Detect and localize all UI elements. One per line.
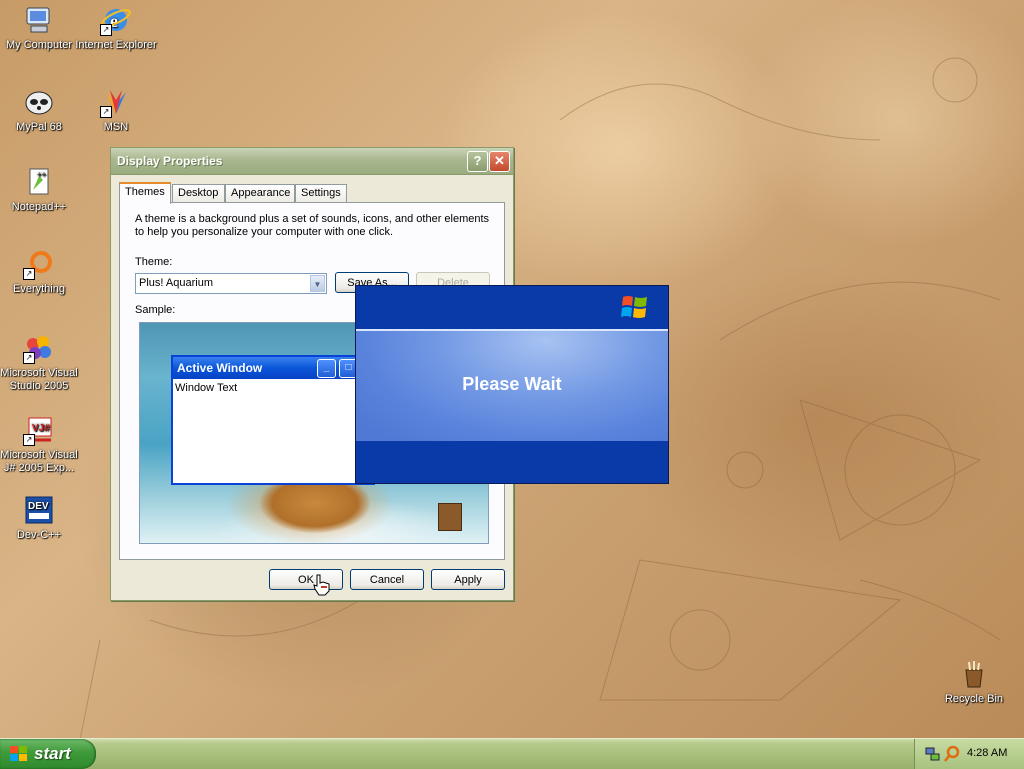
tab-appearance[interactable]: Appearance — [225, 184, 295, 202]
desktop-icon-dev-cpp[interactable]: DEV Dev-C++ — [0, 494, 81, 542]
please-wait-splash: Please Wait — [355, 285, 669, 484]
desktop-icon-label: Dev-C++ — [16, 529, 62, 541]
tab-settings[interactable]: Settings — [295, 184, 347, 202]
splash-top-band — [356, 286, 668, 329]
notepad-plus-plus-icon: ++ — [23, 166, 55, 198]
theme-select-value: Plus! Aquarium — [139, 277, 213, 289]
desktop-icon-visual-jsharp[interactable]: VJ# ↗ Microsoft Visual J# 2005 Exp... — [0, 414, 81, 475]
clock[interactable]: 4:28 AM — [967, 747, 1007, 759]
my-computer-icon — [23, 4, 55, 36]
desktop-icon-label: Everything — [13, 283, 65, 295]
recycle-bin-icon — [958, 658, 990, 690]
desktop-icon-internet-explorer[interactable]: e ↗ Internet Explorer — [74, 4, 158, 52]
sample-label: Sample: — [135, 304, 176, 316]
desktop-icon-label: MSN — [103, 121, 129, 133]
svg-text:DEV: DEV — [28, 501, 49, 512]
tab-themes[interactable]: Themes — [119, 182, 171, 204]
help-button[interactable]: ? — [467, 151, 488, 172]
visual-jsharp-icon: VJ# ↗ — [23, 414, 55, 446]
dialog-title: Display Properties — [117, 154, 223, 168]
search-icon[interactable] — [944, 745, 960, 763]
desktop-icon-label: Internet Explorer — [75, 39, 157, 51]
desktop-icon-mypal[interactable]: MyPal 68 — [0, 86, 81, 134]
desktop-icon-label: Microsoft Visual J# 2005 Exp... — [0, 449, 78, 474]
preview-active-window: Active Window _ □ Window Text — [171, 355, 375, 485]
system-tray: 4:28 AM — [914, 739, 1024, 769]
desktop-icon-recycle-bin[interactable]: Recycle Bin — [932, 658, 1016, 706]
internet-explorer-icon: e ↗ — [100, 4, 132, 36]
preview-window-text: Window Text — [175, 382, 238, 394]
desktop-icon-msn[interactable]: ↗ MSN — [74, 86, 158, 134]
start-button[interactable]: start — [0, 739, 96, 769]
mypal-icon — [23, 86, 55, 118]
windows-logo-icon — [621, 296, 647, 318]
apply-button[interactable]: Apply — [431, 569, 505, 590]
dialog-titlebar[interactable]: Display Properties ? ✕ — [111, 148, 513, 175]
network-icon[interactable] — [925, 746, 941, 762]
desktop-icon-label: Microsoft Visual Studio 2005 — [0, 367, 78, 392]
preview-window-titlebar: Active Window _ □ — [173, 357, 373, 379]
splash-bottom-band — [356, 441, 668, 483]
svg-text:VJ#: VJ# — [32, 423, 50, 434]
chevron-down-icon[interactable]: ▼ — [310, 275, 325, 292]
desktop-icon-label: Recycle Bin — [944, 693, 1004, 705]
theme-description: A theme is a background plus a set of so… — [135, 213, 490, 238]
msn-icon: ↗ — [100, 86, 132, 118]
dev-cpp-icon: DEV — [23, 494, 55, 526]
start-label: start — [34, 744, 71, 763]
everything-search-icon: ↗ — [23, 248, 55, 280]
desktop-icon-notepad-plus-plus[interactable]: ++ Notepad++ — [0, 166, 81, 214]
desktop-icon-label: My Computer — [5, 39, 73, 51]
preview-window-title: Active Window — [177, 361, 263, 375]
desktop-icon-visual-studio[interactable]: ↗ Microsoft Visual Studio 2005 — [0, 332, 81, 393]
hand-cursor-icon — [313, 574, 330, 596]
visual-studio-icon: ↗ — [23, 332, 55, 364]
minimize-icon: _ — [317, 359, 336, 378]
treasure-chest-icon — [438, 503, 462, 531]
taskbar: start 4:28 AM — [0, 738, 1024, 769]
cancel-button[interactable]: Cancel — [350, 569, 424, 590]
close-button[interactable]: ✕ — [489, 151, 510, 172]
desktop-icon-label: Notepad++ — [11, 201, 67, 213]
desktop-icon-my-computer[interactable]: My Computer — [0, 4, 81, 52]
windows-logo-icon — [10, 746, 27, 761]
desktop-icon-label: MyPal 68 — [16, 121, 62, 133]
desktop-icon-everything[interactable]: ↗ Everything — [0, 248, 81, 296]
theme-label: Theme: — [135, 256, 173, 268]
please-wait-text: Please Wait — [462, 374, 562, 394]
svg-text:++: ++ — [37, 170, 47, 179]
theme-select[interactable]: Plus! Aquarium ▼ — [135, 273, 327, 294]
tab-desktop[interactable]: Desktop — [172, 184, 225, 202]
